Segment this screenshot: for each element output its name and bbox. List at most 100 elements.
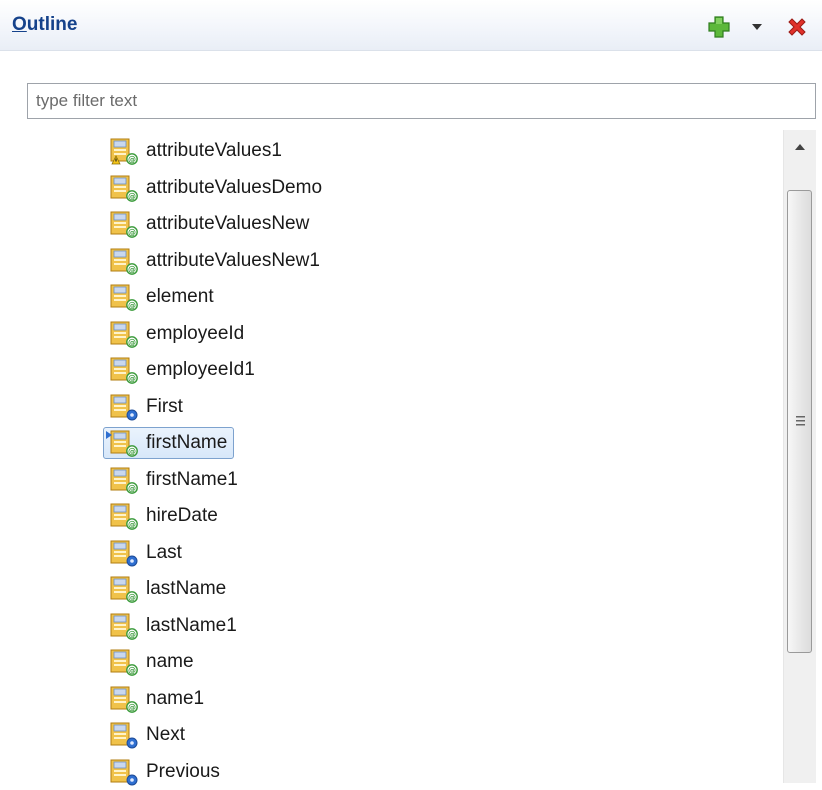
green-plus-icon [708, 16, 730, 38]
svg-text:@: @ [128, 374, 136, 383]
tree-item[interactable]: @ hireDate [104, 499, 225, 533]
outline-header: Outline [0, 0, 822, 51]
action-gear-icon [105, 721, 143, 749]
tree-item-content[interactable]: @ name [103, 646, 201, 678]
attribute-icon: @ [105, 283, 143, 311]
tree-item-label: Previous [146, 760, 220, 782]
action-gear-icon [105, 758, 143, 786]
vertical-scrollbar[interactable] [783, 130, 816, 783]
tree-item-label: attributeValues1 [146, 140, 282, 161]
attribute-icon: @ [105, 174, 143, 202]
tree-item[interactable]: @ lastName1 [104, 609, 244, 643]
filter-input[interactable] [27, 83, 816, 119]
tree-item-content[interactable]: @ employeeId1 [103, 354, 262, 386]
svg-text:@: @ [128, 520, 136, 529]
close-button[interactable] [784, 14, 810, 40]
chevron-down-icon [752, 24, 762, 30]
attribute-icon: @ [105, 247, 143, 275]
tree-item-label: employeeId1 [146, 359, 255, 380]
attribute-icon: @ [105, 648, 143, 676]
tree-item-label: employeeId [146, 322, 245, 344]
svg-text:@: @ [128, 301, 136, 310]
tree-item-label: name1 [146, 687, 205, 709]
panel-title[interactable]: Outline [12, 14, 77, 36]
tree-item[interactable]: Previous [104, 755, 227, 789]
svg-text:@: @ [128, 155, 136, 164]
svg-text:@: @ [128, 192, 136, 201]
attribute-icon: @ [105, 320, 143, 348]
outline-tree[interactable]: @ attributeValues1 @ attributeValuesDemo @ at… [0, 130, 780, 785]
svg-text:@: @ [128, 265, 136, 274]
tree-item-content[interactable]: @ attributeValuesNew [103, 208, 316, 240]
tree-item-content[interactable]: @ firstName1 [103, 464, 245, 496]
svg-text:@: @ [128, 593, 136, 602]
attribute-icon: @ [105, 210, 143, 238]
tree-item-label: name [146, 651, 194, 672]
attribute-icon: @ [105, 685, 143, 713]
svg-text:@: @ [128, 703, 136, 712]
scroll-up-button[interactable] [784, 132, 816, 160]
attribute-icon: @ [105, 466, 143, 494]
action-gear-icon [105, 393, 143, 421]
attribute-icon: @ [105, 356, 143, 384]
tree-item-label: attributeValuesNew [146, 213, 310, 234]
view-menu-button[interactable] [749, 18, 765, 34]
action-gear-icon [105, 539, 143, 567]
tree-item-label: attributeValuesNew1 [146, 249, 320, 271]
tree-item-label: lastName1 [146, 614, 237, 636]
tree-item[interactable]: @ employeeId [104, 317, 251, 351]
tree-item-content[interactable]: @ employeeId [103, 318, 251, 350]
attribute-icon: @ [105, 612, 143, 640]
tree-item[interactable]: @ attributeValuesNew1 [104, 244, 327, 278]
tree-item-label: attributeValuesDemo [146, 176, 323, 198]
tree-item-label: Next [146, 724, 186, 745]
tree-item-content[interactable]: @ lastName [103, 573, 233, 605]
add-button[interactable] [706, 14, 732, 40]
tree-item[interactable]: @ firstName [103, 426, 235, 460]
tree-item-content[interactable]: Last [103, 537, 189, 569]
tree-item-content[interactable]: First [103, 391, 190, 423]
scrollbar-thumb[interactable] [787, 190, 812, 653]
scroll-up-arrow-icon [795, 144, 805, 150]
tree-item-label: Last [146, 541, 182, 563]
tree-item[interactable]: Next [104, 718, 192, 752]
attribute-icon: @ [105, 575, 143, 603]
attribute-icon: @ [105, 429, 143, 457]
tree-item-content[interactable]: Next [103, 719, 192, 751]
svg-text:@: @ [128, 666, 136, 675]
scroll-grip-icon [796, 416, 805, 426]
tree-item[interactable]: @ attributeValuesNew [104, 207, 316, 241]
tree-item-label: firstName [146, 432, 228, 453]
tree-item[interactable]: @ element [104, 280, 221, 314]
tree-item-content[interactable]: @ name1 [103, 683, 211, 715]
tree-item-content[interactable]: @ lastName1 [103, 610, 244, 642]
title-rest: utline [26, 14, 78, 35]
title-mnemonic: O [12, 14, 27, 35]
tree-item[interactable]: @ attributeValues1 [104, 134, 289, 168]
tree-item[interactable]: Last [104, 536, 189, 570]
svg-text:@: @ [128, 447, 136, 456]
tree-item-label: firstName1 [146, 468, 238, 490]
attribute-icon: @ [105, 502, 143, 530]
tree-item-label: First [146, 395, 183, 417]
tree-item[interactable]: @ lastName [104, 572, 233, 606]
svg-text:@: @ [128, 338, 136, 347]
svg-text:@: @ [128, 484, 136, 493]
tree-item-content[interactable]: @ attributeValuesNew1 [103, 245, 327, 277]
tree-item[interactable]: @ name [104, 645, 201, 679]
tree-item-content[interactable]: @ hireDate [103, 500, 225, 532]
tree-item-content[interactable]: @ attributeValuesDemo [103, 172, 329, 204]
attribute-warning-icon: @ [105, 137, 143, 165]
tree-item[interactable]: @ name1 [104, 682, 211, 716]
tree-item-label: element [146, 286, 214, 307]
tree-item[interactable]: @ employeeId1 [104, 353, 262, 387]
tree-item-content[interactable]: @ attributeValues1 [103, 135, 289, 167]
tree-item[interactable]: @ firstName1 [104, 463, 245, 497]
tree-item[interactable]: First [104, 390, 190, 424]
tree-item-content[interactable]: @ firstName [103, 427, 235, 459]
tree-item-content[interactable]: @ element [103, 281, 221, 313]
close-icon [788, 18, 806, 36]
svg-text:@: @ [128, 228, 136, 237]
tree-item-label: lastName [146, 578, 227, 599]
tree-item[interactable]: @ attributeValuesDemo [104, 171, 329, 205]
